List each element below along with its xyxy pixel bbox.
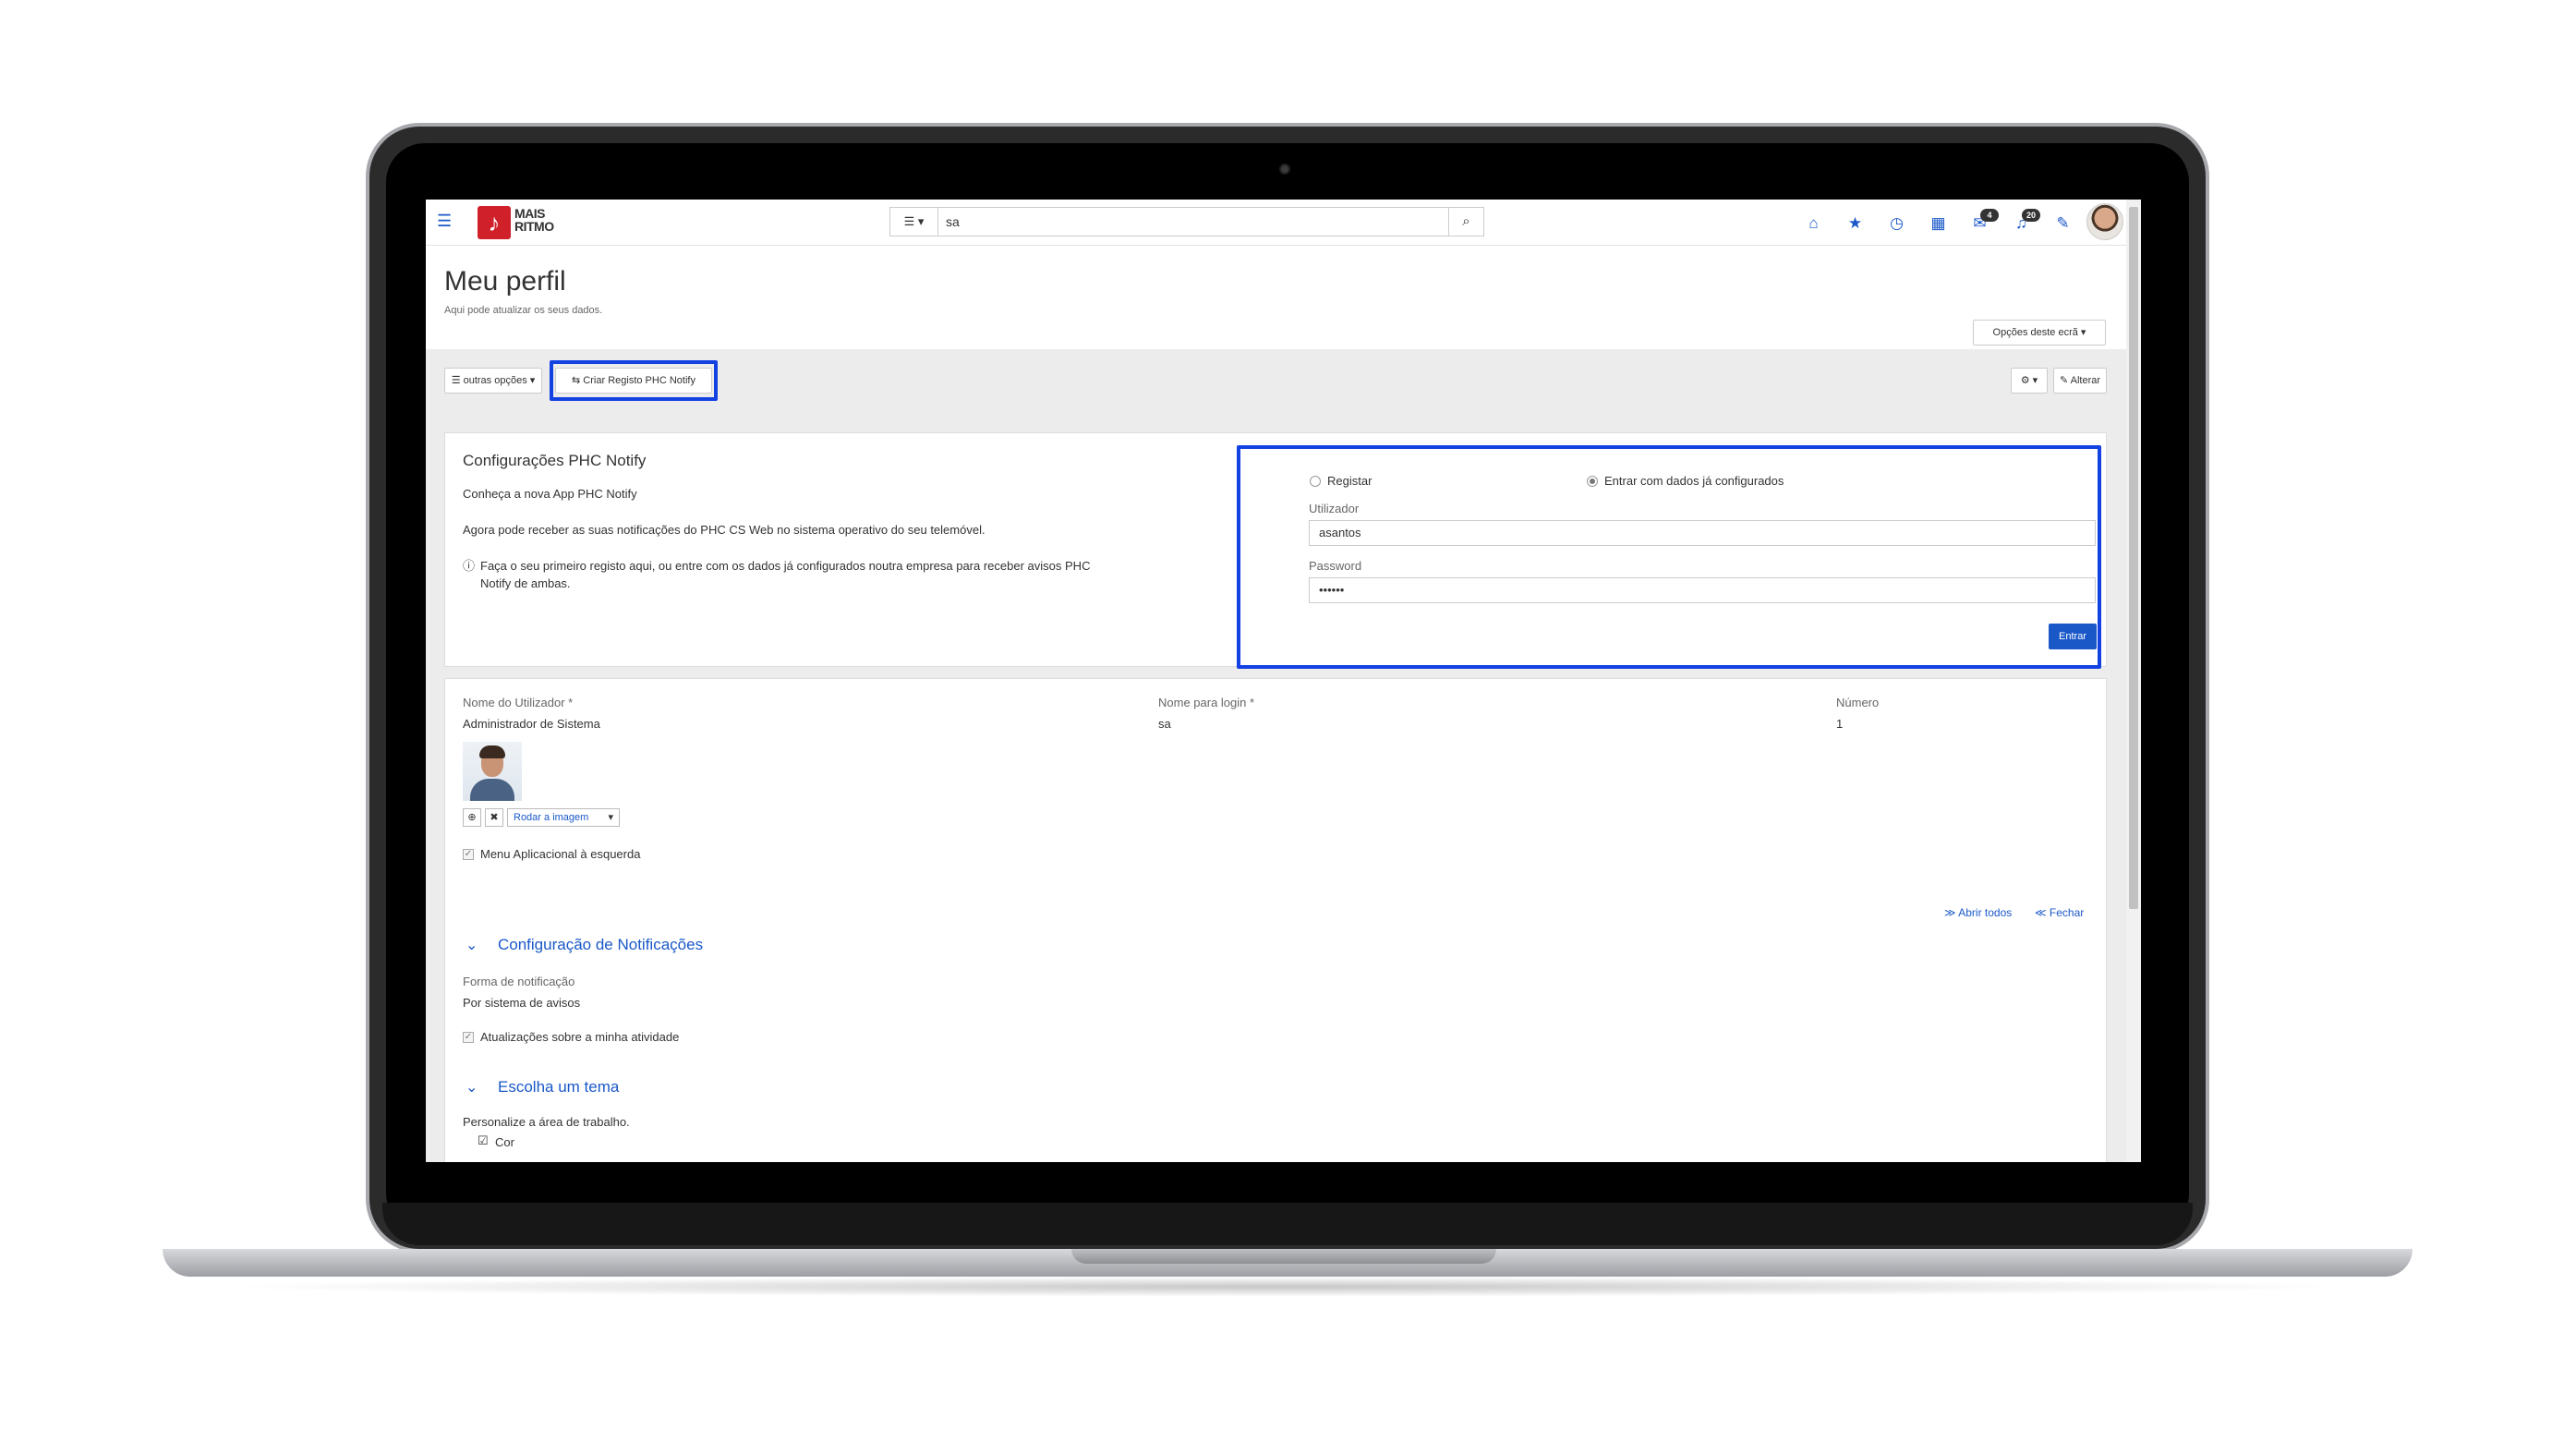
rotate-image-select[interactable]: Rodar a imagem ▾ bbox=[507, 808, 620, 827]
messages-icon[interactable]: ✉ 4 bbox=[1959, 209, 2001, 238]
notifications-section-title[interactable]: Configuração de Notificações bbox=[498, 936, 703, 954]
chevron-down-icon[interactable]: ⌄ bbox=[466, 1078, 478, 1097]
number-label: Número bbox=[1836, 696, 1880, 709]
top-navbar: ☰ ♪ MAIS RITMO ☰ ▾ ⌕ ⌂ ★ ◷ ▦ ✉4 ♫20 ✎ bbox=[426, 200, 2126, 246]
laptop-shadow bbox=[222, 1277, 2353, 1297]
login-name-value: sa bbox=[1158, 717, 1171, 731]
remove-photo-icon[interactable]: ✖ bbox=[485, 808, 503, 827]
user-avatar[interactable] bbox=[2086, 203, 2123, 240]
settings-dropdown-button[interactable]: ⚙ ▾ bbox=[2011, 368, 2048, 394]
checkbox-checked-icon[interactable]: ☑ bbox=[478, 1132, 489, 1149]
upload-photo-icon[interactable]: ⊕ bbox=[463, 808, 481, 827]
search-icon[interactable]: ⌕ bbox=[1448, 208, 1483, 236]
calendar-icon[interactable]: ▦ bbox=[1917, 209, 1959, 238]
theme-section-title[interactable]: Escolha um tema bbox=[498, 1078, 619, 1097]
rotate-image-label: Rodar a imagem bbox=[514, 812, 589, 823]
menu-left-checkbox[interactable]: ✓ bbox=[463, 849, 474, 860]
info-icon: ⓘ bbox=[463, 559, 476, 573]
notifications-badge: 20 bbox=[2022, 209, 2040, 222]
wrench-icon[interactable]: ✎ bbox=[2042, 209, 2084, 238]
login-name-label: Nome para login * bbox=[1158, 696, 1255, 709]
activity-updates-label: Atualizações sobre a minha atividade bbox=[480, 1030, 680, 1044]
color-option-label: Cor bbox=[495, 1135, 514, 1149]
close-all-link[interactable]: ≪ Fechar bbox=[2035, 906, 2084, 919]
nav-icons: ⌂ ★ ◷ ▦ ✉ 4 ♫ 20 ✎ bbox=[1793, 209, 2084, 238]
clock-icon[interactable]: ◷ bbox=[1876, 209, 1917, 238]
profile-photo bbox=[463, 742, 522, 801]
chevron-down-icon[interactable]: ⌄ bbox=[466, 936, 478, 954]
notify-description: Agora pode receber as suas notificações … bbox=[463, 523, 986, 537]
page-title: Meu perfil bbox=[444, 266, 566, 297]
laptop-notch bbox=[1071, 1249, 1496, 1264]
page-header: Meu perfil Aqui pode atualizar os seus d… bbox=[426, 246, 2126, 349]
notify-info-line2: Notify de ambas. bbox=[480, 576, 571, 590]
screen-options-button[interactable]: Opções deste ecrã ▾ bbox=[1973, 320, 2106, 345]
profile-card: Nome do Utilizador * Administrador de Si… bbox=[444, 678, 2107, 1162]
highlight-login-form bbox=[1237, 445, 2101, 669]
username-value: Administrador de Sistema bbox=[463, 717, 600, 731]
activity-updates-checkbox[interactable]: ✓ bbox=[463, 1032, 474, 1043]
main-content: ☰ outras opções ▾ ⇆ Criar Registo PHC No… bbox=[426, 349, 2126, 1162]
search-input[interactable] bbox=[946, 208, 1445, 236]
star-icon[interactable]: ★ bbox=[1834, 209, 1876, 238]
notification-form-value: Por sistema de avisos bbox=[463, 996, 581, 1010]
laptop-chin bbox=[382, 1203, 2193, 1245]
hamburger-menu-icon[interactable]: ☰ bbox=[437, 212, 454, 229]
notification-form-label: Forma de notificação bbox=[463, 975, 575, 988]
other-options-button[interactable]: ☰ outras opções ▾ bbox=[444, 368, 542, 394]
highlight-create-button bbox=[550, 360, 718, 401]
scrollbar-thumb[interactable] bbox=[2129, 207, 2138, 909]
notify-intro: Conheça a nova App PHC Notify bbox=[463, 487, 637, 501]
app-screen: ☰ ♪ MAIS RITMO ☰ ▾ ⌕ ⌂ ★ ◷ ▦ ✉4 ♫20 ✎ Me… bbox=[426, 200, 2141, 1162]
search-type-dropdown[interactable]: ☰ ▾ bbox=[890, 208, 938, 236]
open-all-link[interactable]: ≫ Abrir todos bbox=[1944, 906, 2012, 919]
theme-description: Personalize a área de trabalho. bbox=[463, 1115, 630, 1129]
notify-title: Configurações PHC Notify bbox=[463, 452, 647, 469]
messages-badge: 4 bbox=[1980, 209, 1999, 222]
page-scrollbar[interactable] bbox=[2126, 200, 2141, 1162]
logo-line1: MAIS bbox=[514, 206, 545, 221]
menu-left-label: Menu Aplicacional à esquerda bbox=[480, 847, 641, 861]
page-subtitle: Aqui pode atualizar os seus dados. bbox=[444, 305, 603, 316]
notifications-icon[interactable]: ♫ 20 bbox=[2001, 209, 2042, 238]
edit-button[interactable]: ✎ Alterar bbox=[2053, 368, 2107, 394]
app-logo-text: MAIS RITMO bbox=[514, 207, 554, 233]
number-value: 1 bbox=[1836, 717, 1844, 731]
search-bar: ☰ ▾ ⌕ bbox=[889, 207, 1484, 236]
logo-line2: RITMO bbox=[514, 219, 554, 234]
chevron-down-icon: ▾ bbox=[608, 812, 613, 823]
app-logo-icon[interactable]: ♪ bbox=[478, 206, 511, 239]
camera-icon bbox=[1279, 164, 1290, 175]
username-label: Nome do Utilizador * bbox=[463, 696, 574, 709]
notify-info-line1: Faça o seu primeiro registo aqui, ou ent… bbox=[480, 559, 1091, 573]
home-icon[interactable]: ⌂ bbox=[1793, 209, 1834, 238]
